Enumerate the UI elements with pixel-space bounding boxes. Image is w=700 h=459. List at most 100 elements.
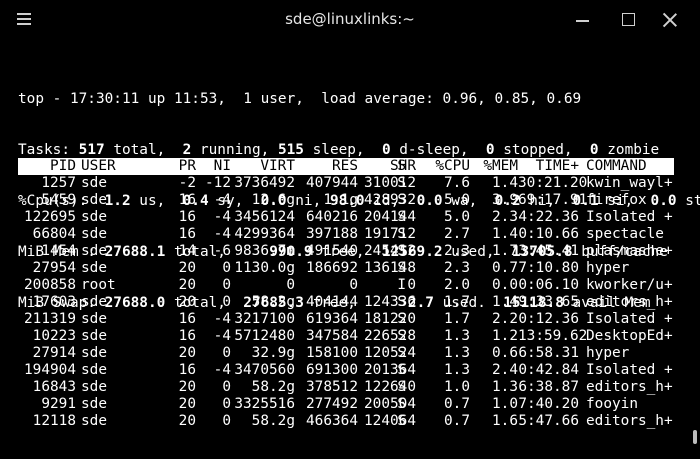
cell-mem: 1.4 xyxy=(492,226,518,242)
maximize-icon[interactable] xyxy=(616,8,642,32)
cell-command: hyper xyxy=(586,260,630,276)
cell-time: 7:10.80 xyxy=(518,260,579,276)
cell-ni: 0 xyxy=(222,345,231,361)
cell-ni: -4 xyxy=(213,192,231,208)
cell-user: root xyxy=(81,277,116,293)
cell-shr: 124336 xyxy=(364,294,416,310)
cell-user: sde xyxy=(81,260,107,276)
cell-pid: 9291 xyxy=(41,396,76,412)
col-command: COMMAND xyxy=(586,158,647,174)
cell-s: S xyxy=(397,294,406,310)
cell-command: Isolated + xyxy=(586,311,673,327)
cell-mem: 1.0 xyxy=(492,396,518,412)
cell-s: S xyxy=(397,243,406,259)
table-row: 211319 sde 16 -4 3217100 619364 181220 S 1.7 2.2 0… xyxy=(18,311,674,328)
col-time: TIME+ xyxy=(535,158,579,174)
cell-mem: 0.7 xyxy=(492,260,518,276)
cell-time: 30:21.20 xyxy=(518,175,588,191)
table-row: 27914 sde 20 0 32.9g 158100 120524 S 1.3 0.6 6:58.… xyxy=(18,345,674,362)
col-pid: PID xyxy=(50,158,76,174)
terminal-area[interactable]: top - 17:30:11 up 11:53, 1 user, load av… xyxy=(0,40,700,459)
cell-pid: 10223 xyxy=(32,328,76,344)
cell-shr: 201364 xyxy=(364,362,416,378)
cell-time: 0:42.84 xyxy=(518,362,579,378)
cell-virt: 0 xyxy=(286,277,295,293)
cell-virt: 58.2g xyxy=(251,294,295,310)
cell-time: 69:17.91 xyxy=(518,192,588,208)
cell-ni: 0 xyxy=(222,413,231,429)
cell-pr: 20 xyxy=(178,413,196,429)
cell-ni: -4 xyxy=(213,328,231,344)
cell-res: 378512 xyxy=(306,379,358,395)
table-row: 27954 sde 20 0 1130.0g 186692 136148 S 2.3 0.7 7:1… xyxy=(18,260,674,277)
cell-res: 491540 xyxy=(306,243,358,259)
cell-user: sde xyxy=(81,328,107,344)
cell-shr: 191712 xyxy=(364,226,416,242)
cell-ni: 0 xyxy=(222,396,231,412)
cell-cpu: 0.7 xyxy=(444,396,470,412)
cell-shr: 428932 xyxy=(364,192,416,208)
cell-pr: 20 xyxy=(178,294,196,310)
col-pr: PR xyxy=(178,158,196,174)
cell-s: S xyxy=(397,226,406,242)
cell-user: sde xyxy=(81,294,107,310)
minimize-icon[interactable] xyxy=(570,8,596,32)
close-icon[interactable] xyxy=(657,8,683,32)
table-row: 10223 sde 16 -4 5712480 347584 226528 S 1.3 1.2 13… xyxy=(18,328,674,345)
cell-mem: 1.6 xyxy=(492,413,518,429)
cell-s: S xyxy=(397,192,406,208)
cell-virt: 58.2g xyxy=(251,379,295,395)
cell-cpu: 2.7 xyxy=(444,226,470,242)
cell-user: sde xyxy=(81,396,107,412)
cell-ni: -6 xyxy=(213,243,231,259)
table-row: 1257 sde -2 -12 3736492 407944 310012 S 7.6 1.4 30… xyxy=(18,175,674,192)
cell-command: Isolated + xyxy=(586,362,673,378)
scrollbar-thumb[interactable] xyxy=(693,430,697,444)
cell-user: sde xyxy=(81,413,107,429)
table-row: 16843 sde 20 0 58.2g 378512 122640 S 1.0 1.3 6:38.… xyxy=(18,379,674,396)
cell-s: S xyxy=(397,328,406,344)
col-cpu: %CPU xyxy=(435,158,470,174)
cell-pid: 211319 xyxy=(24,311,76,327)
cell-virt: 3456124 xyxy=(234,209,295,225)
col-virt: VIRT xyxy=(260,158,295,174)
cell-cpu: 2.0 xyxy=(444,277,470,293)
cell-command: spectacle xyxy=(586,226,664,242)
table-row: 200858 root 20 0 0 0 0 I 2.0 0.0 0:06.10 kworker/u+ xyxy=(18,277,674,294)
table-row: 5459 sde 16 -4 12.6g 1.1g 428932 S 5.0 3.9 69:17.9… xyxy=(18,192,674,209)
table-row: 9291 sde 20 0 3325516 277492 200504 S 0.7 1.0 7:40… xyxy=(18,396,674,413)
cell-time: 7:40.20 xyxy=(518,396,579,412)
cell-command: Isolated + xyxy=(586,209,673,225)
cell-cpu: 5.0 xyxy=(444,209,470,225)
cell-res: 640216 xyxy=(306,209,358,225)
cell-mem: 0.0 xyxy=(492,277,518,293)
table-row: 194904 sde 16 -4 3470560 691300 201364 S 1.3 2.4 0… xyxy=(18,362,674,379)
cell-time: 3:45.41 xyxy=(518,243,579,259)
cell-res: 1.1g xyxy=(323,192,358,208)
cell-command: editors_h+ xyxy=(586,294,673,310)
cell-command: kwin_wayl+ xyxy=(586,175,673,191)
col-mem: %MEM xyxy=(483,158,518,174)
cell-user: sde xyxy=(81,345,107,361)
cell-user: sde xyxy=(81,209,107,225)
cell-pid: 12118 xyxy=(32,413,76,429)
cell-cpu: 7.6 xyxy=(444,175,470,191)
cell-mem: 1.2 xyxy=(492,328,518,344)
cell-ni: -4 xyxy=(213,362,231,378)
cell-pr: 16 xyxy=(178,311,196,327)
cell-shr: 204144 xyxy=(364,209,416,225)
cell-command: firefox xyxy=(586,192,647,208)
cell-pid: 194904 xyxy=(24,362,76,378)
cell-pid: 27914 xyxy=(32,345,76,361)
cell-mem: 1.4 xyxy=(492,294,518,310)
cell-pid: 1257 xyxy=(41,175,76,191)
cell-virt: 4299364 xyxy=(234,226,295,242)
cell-pid: 27954 xyxy=(32,260,76,276)
cell-mem: 2.2 xyxy=(492,311,518,327)
cell-shr: 120524 xyxy=(364,345,416,361)
cell-res: 404144 xyxy=(306,294,358,310)
uptime-line: top - 17:30:11 up 11:53, 1 user, load av… xyxy=(18,91,582,107)
cell-command: editors_h+ xyxy=(586,413,673,429)
cell-virt: 3736492 xyxy=(234,175,295,191)
cell-virt: 9836.7m xyxy=(234,243,295,259)
